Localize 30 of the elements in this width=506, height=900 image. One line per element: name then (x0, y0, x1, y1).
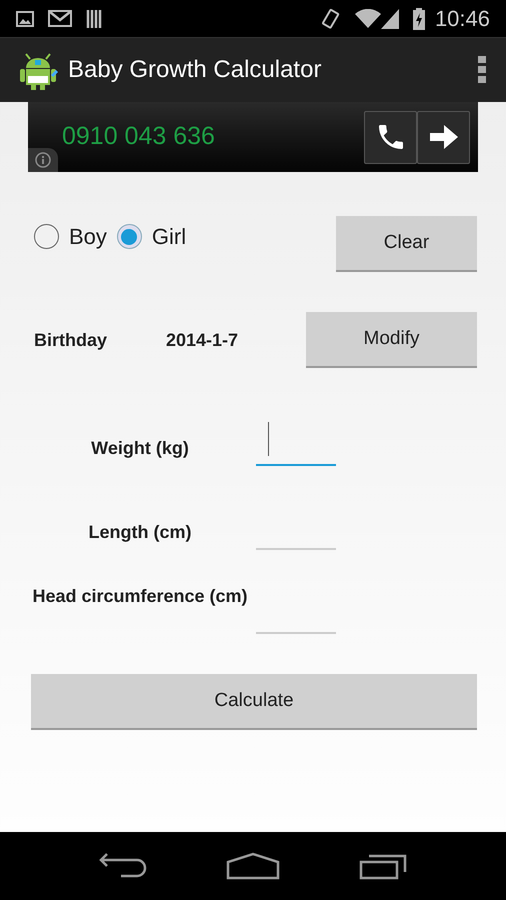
mail-icon (48, 10, 72, 27)
home-icon[interactable] (226, 852, 280, 880)
field-label: Length (cm) (88, 521, 192, 544)
calculate-button[interactable]: Calculate (31, 674, 477, 730)
info-icon[interactable] (28, 148, 58, 172)
clock: 10:46 (434, 5, 490, 33)
signal-icon (380, 8, 399, 28)
input-field[interactable] (256, 422, 336, 466)
barcode-icon (86, 10, 104, 28)
overflow-menu-icon[interactable] (478, 56, 486, 84)
birthday-label: Birthday (34, 328, 108, 352)
text-cursor (268, 422, 269, 456)
call-button[interactable] (364, 110, 417, 164)
gender-radio[interactable]: Girl (116, 220, 186, 253)
field-label: Head circumference (cm) (31, 585, 249, 608)
arrow-right-icon (430, 125, 458, 149)
back-icon[interactable] (99, 852, 148, 880)
go-button[interactable] (417, 110, 470, 164)
recent-apps-icon[interactable] (358, 852, 407, 880)
phone-vibrate-icon (320, 8, 341, 30)
birthday-value: 2014-1-7 (166, 328, 240, 352)
modify-button[interactable]: Modify (306, 312, 477, 368)
gender-radio[interactable]: Boy (34, 220, 107, 253)
picture-icon (16, 10, 34, 26)
ad-phone-number: 0910 043 636 (62, 121, 216, 152)
clear-button[interactable]: Clear (336, 216, 477, 272)
battery-icon (412, 8, 425, 30)
app-title: Baby Growth Calculator (68, 55, 322, 85)
wifi-icon (354, 8, 381, 28)
field-label: Weight (kg) (90, 437, 190, 460)
